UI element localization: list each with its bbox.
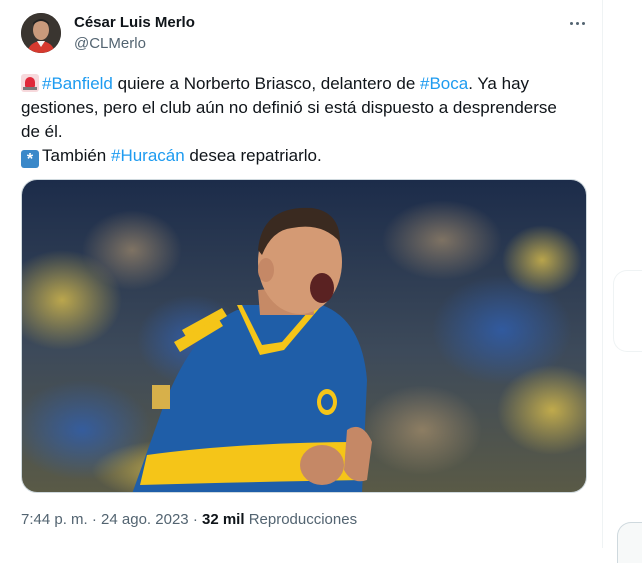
more-options-button[interactable] — [566, 13, 588, 33]
meta-separator: · — [91, 511, 97, 528]
sidebar-card-edge — [617, 522, 642, 563]
views-count: 32 mil — [201, 511, 245, 528]
tweet-text-segment: desea repatriarlo. — [184, 146, 322, 165]
tweet-meta: 7:44 p. m. · 24 ago. 2023 · 32 mil Repro… — [21, 510, 357, 530]
author-avatar[interactable] — [21, 13, 61, 53]
asterisk-icon: * — [21, 150, 39, 168]
police-car-light-icon — [21, 74, 39, 92]
tweet-text-segment: También — [42, 146, 111, 165]
more-dot-icon — [569, 21, 573, 25]
tweet-text: #Banfield quiere a Norberto Briasco, del… — [21, 72, 591, 168]
hashtag-banfield[interactable]: #Banfield — [42, 74, 113, 93]
more-dot-icon — [581, 21, 585, 25]
page: César Luis Merlo @CLMerlo #Banfield quie… — [0, 0, 642, 563]
tweet-time[interactable]: 7:44 p. m. — [21, 511, 88, 528]
author-name[interactable]: César Luis Merlo — [74, 13, 195, 33]
player-celebration-image — [22, 180, 586, 492]
tweet-line: * También #Huracán desea repatriarlo. — [21, 144, 591, 168]
tweet-media-photo[interactable] — [21, 179, 587, 493]
author-handle[interactable]: @CLMerlo — [74, 34, 146, 54]
tweet-card[interactable]: César Luis Merlo @CLMerlo #Banfield quie… — [0, 0, 603, 548]
sidebar-card-edge — [613, 270, 642, 352]
tweet-line: gestiones, pero el club aún no definió s… — [21, 98, 557, 117]
more-dot-icon — [575, 21, 579, 25]
tweet-line: #Banfield quiere a Norberto Briasco, del… — [21, 72, 591, 96]
views-label: Reproducciones — [248, 511, 358, 528]
hashtag-huracan[interactable]: #Huracán — [111, 146, 185, 165]
tweet-line: de él. — [21, 122, 63, 141]
tweet-date[interactable]: 24 ago. 2023 — [101, 511, 189, 528]
tweet-text-segment: quiere a Norberto Briasco, delantero de — [112, 74, 421, 93]
hashtag-boca[interactable]: #Boca — [420, 74, 468, 93]
meta-separator: · — [192, 511, 198, 528]
tweet-text-segment: . Ya hay — [468, 74, 530, 93]
right-panel — [603, 0, 642, 563]
